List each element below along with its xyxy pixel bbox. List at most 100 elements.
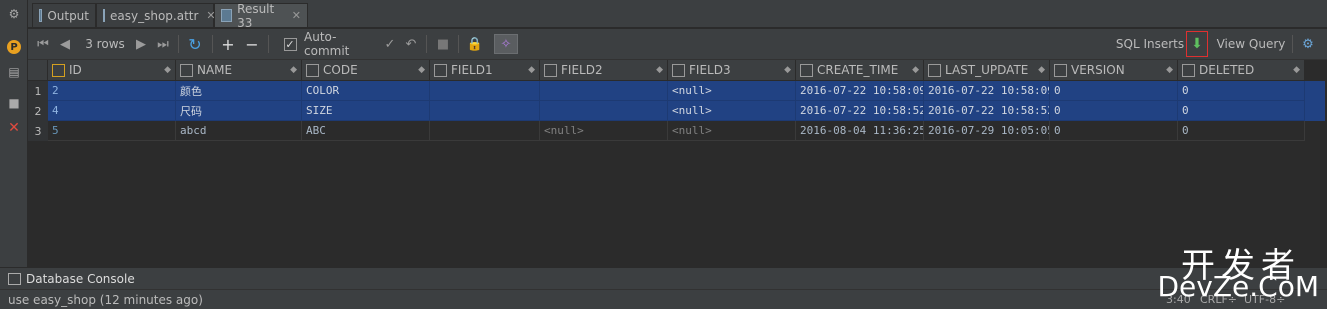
close-icon[interactable]: ✕ xyxy=(4,118,24,138)
table-cell[interactable]: COLOR xyxy=(302,81,430,101)
table-cell[interactable]: 尺码 xyxy=(176,101,302,121)
column-header-label: FIELD2 xyxy=(561,63,603,77)
export-download-icon[interactable]: ⬇ xyxy=(1186,31,1208,57)
column-header-label: FIELD1 xyxy=(451,63,493,77)
table-cell[interactable]: 2016-07-29 10:05:05 xyxy=(924,121,1050,141)
tab-output-label: Output xyxy=(47,8,89,23)
sql-inserts-dropdown[interactable]: SQL Inserts xyxy=(1110,34,1190,54)
previous-page-icon[interactable]: ◀ xyxy=(56,34,74,54)
commit-icon[interactable]: ✓ xyxy=(382,34,398,54)
row-number[interactable]: 3 xyxy=(28,121,48,141)
first-page-icon[interactable]: ⏮ xyxy=(34,34,52,54)
table-cell[interactable]: 0 xyxy=(1050,81,1178,101)
column-header-label: CREATE_TIME xyxy=(817,63,899,77)
gear-icon[interactable]: ⚙ xyxy=(1298,34,1318,54)
settings-wrench-icon[interactable]: ⚙ xyxy=(4,4,24,24)
stop-icon[interactable]: ■ xyxy=(4,93,24,113)
column-header-label: FIELD3 xyxy=(689,63,731,77)
last-page-icon[interactable]: ⏭ xyxy=(154,34,172,54)
view-query-button[interactable]: View Query xyxy=(1216,34,1286,54)
row-number[interactable]: 2 xyxy=(28,101,48,121)
column-header-label: VERSION xyxy=(1071,63,1125,77)
table-cell[interactable]: 0 xyxy=(1050,121,1178,141)
sort-icon[interactable]: ◆ xyxy=(164,65,171,75)
column-icon xyxy=(180,63,193,77)
column-icon xyxy=(544,63,557,77)
sort-icon[interactable]: ◆ xyxy=(656,65,663,75)
sort-icon[interactable]: ◆ xyxy=(1166,65,1173,75)
layout-icon[interactable]: ▤ xyxy=(4,62,24,82)
table-cell[interactable] xyxy=(430,121,540,141)
table-cell[interactable] xyxy=(430,101,540,121)
tab-output[interactable]: Output xyxy=(32,3,96,27)
tab-easy-shop-attr[interactable]: easy_shop.attr ✕ xyxy=(96,3,216,27)
column-header-code[interactable]: CODE ◆ xyxy=(302,60,430,81)
table-cell[interactable]: 2016-08-04 11:36:25 xyxy=(796,121,924,141)
table-cell[interactable] xyxy=(430,81,540,101)
table-cell[interactable]: 2016-07-22 10:58:52 xyxy=(924,101,1050,121)
sort-icon[interactable]: ◆ xyxy=(528,65,535,75)
row-count[interactable]: 3 rows xyxy=(82,34,128,54)
row-number[interactable]: 1 xyxy=(28,81,48,101)
auto-commit-toggle[interactable]: Auto-commit xyxy=(304,30,380,58)
table-cell[interactable] xyxy=(540,81,668,101)
table-cell[interactable]: 0 xyxy=(1178,101,1305,121)
checkbox-icon[interactable]: ✓ xyxy=(280,34,300,54)
result-table-icon xyxy=(221,9,233,22)
table-icon xyxy=(103,9,105,22)
tab-result-33-label: Result 33 xyxy=(237,1,275,30)
column-header-last-update[interactable]: LAST_UPDATE ◆ xyxy=(924,60,1050,81)
table-cell[interactable]: 5 xyxy=(48,121,176,141)
sort-icon[interactable]: ◆ xyxy=(1293,65,1300,75)
table-cell[interactable]: <null> xyxy=(668,101,796,121)
sort-icon[interactable]: ◆ xyxy=(418,65,425,75)
sort-icon[interactable]: ◆ xyxy=(784,65,791,75)
tab-easy-shop-attr-label: easy_shop.attr xyxy=(110,8,199,23)
column-header-version[interactable]: VERSION ◆ xyxy=(1050,60,1178,81)
column-header-name[interactable]: NAME ◆ xyxy=(176,60,302,81)
sort-icon[interactable]: ◆ xyxy=(1038,65,1045,75)
plugin-icon[interactable]: P xyxy=(4,37,24,57)
table-cell[interactable]: 2016-07-22 10:58:09 xyxy=(796,81,924,101)
lock-icon[interactable]: 🔒 xyxy=(464,34,486,54)
table-cell[interactable]: 4 xyxy=(48,101,176,121)
close-tab-icon[interactable]: ✕ xyxy=(292,9,301,22)
tab-result-33[interactable]: Result 33 ✕ xyxy=(214,1,308,30)
table-cell[interactable]: ABC xyxy=(302,121,430,141)
refresh-icon[interactable]: ↻ xyxy=(184,34,206,54)
table-cell[interactable] xyxy=(540,101,668,121)
table-cell[interactable]: 2016-07-22 10:58:52 xyxy=(796,101,924,121)
table-cell[interactable]: 0 xyxy=(1178,121,1305,141)
pin-icon[interactable]: ✧ xyxy=(494,34,518,54)
table-row[interactable]: 4 尺码 SIZE <null> 2016-07-22 10:58:52 201… xyxy=(48,101,1325,121)
column-header-id[interactable]: ID ◆ xyxy=(48,60,176,81)
table-cell[interactable]: abcd xyxy=(176,121,302,141)
cancel-query-icon[interactable]: ■ xyxy=(434,34,452,54)
table-cell[interactable]: 2016-07-22 10:58:09 xyxy=(924,81,1050,101)
rollback-icon[interactable]: ↶ xyxy=(402,34,420,54)
column-header-field1[interactable]: FIELD1 ◆ xyxy=(430,60,540,81)
next-page-icon[interactable]: ▶ xyxy=(132,34,150,54)
table-cell[interactable]: 颜色 xyxy=(176,81,302,101)
column-header-deleted[interactable]: DELETED ◆ xyxy=(1178,60,1305,81)
table-cell[interactable]: <null> xyxy=(668,81,796,101)
table-cell[interactable]: SIZE xyxy=(302,101,430,121)
table-row[interactable]: 5 abcd ABC <null> <null> 2016-08-04 11:3… xyxy=(48,121,1325,141)
table-cell[interactable]: <null> xyxy=(668,121,796,141)
add-row-icon[interactable]: + xyxy=(218,34,238,54)
column-header-field2[interactable]: FIELD2 ◆ xyxy=(540,60,668,81)
left-tool-strip: ⚙ P ▤ ■ ✕ xyxy=(0,0,28,267)
database-console-tab[interactable]: Database Console xyxy=(8,271,135,287)
status-bar: use easy_shop (12 minutes ago) 3:40 CRLF… xyxy=(0,289,1327,309)
column-header-field3[interactable]: FIELD3 ◆ xyxy=(668,60,796,81)
table-cell[interactable]: 0 xyxy=(1178,81,1305,101)
column-icon xyxy=(800,63,813,77)
sort-icon[interactable]: ◆ xyxy=(290,65,297,75)
table-row[interactable]: 2 颜色 COLOR <null> 2016-07-22 10:58:09 20… xyxy=(48,81,1325,101)
table-cell[interactable]: 0 xyxy=(1050,101,1178,121)
delete-row-icon[interactable]: − xyxy=(242,34,262,54)
sort-icon[interactable]: ◆ xyxy=(912,65,919,75)
table-cell[interactable]: <null> xyxy=(540,121,668,141)
table-cell[interactable]: 2 xyxy=(48,81,176,101)
column-header-create-time[interactable]: CREATE_TIME ◆ xyxy=(796,60,924,81)
